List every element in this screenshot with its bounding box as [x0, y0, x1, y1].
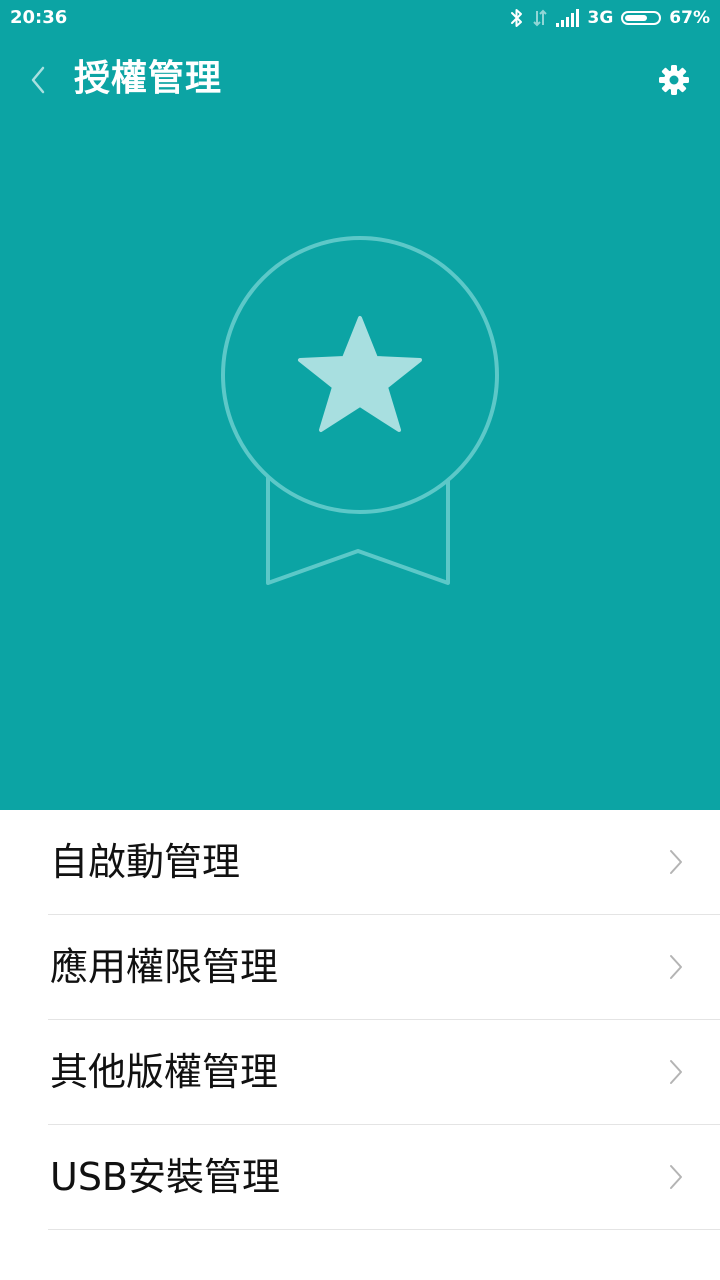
chevron-right-icon: [670, 955, 682, 979]
menu-item-usb-install[interactable]: USB安裝管理: [48, 1125, 720, 1230]
menu-item-app-permissions[interactable]: 應用權限管理: [48, 915, 720, 1020]
app-bar: 授權管理: [0, 40, 720, 120]
battery-percent: 67%: [669, 8, 710, 28]
back-chevron-icon: [31, 66, 45, 94]
status-time: 20:36: [10, 7, 68, 28]
page-title: 授權管理: [74, 58, 223, 99]
menu-item-other-permissions[interactable]: 其他版權管理: [48, 1020, 720, 1125]
battery-fill: [625, 15, 647, 21]
status-bar: 20:36 3G 67%: [0, 0, 720, 36]
data-arrows-icon: [532, 8, 548, 28]
back-button[interactable]: [18, 58, 58, 102]
menu-list: 自啟動管理 應用權限管理 其他版權管理 USB安裝管理: [0, 810, 720, 1230]
hero-panel: 20:36 3G 67% 授權管理: [0, 0, 720, 810]
menu-item-autostart[interactable]: 自啟動管理: [48, 810, 720, 915]
chevron-right-icon: [670, 1060, 682, 1084]
settings-button[interactable]: [652, 58, 696, 102]
chevron-right-icon: [670, 1165, 682, 1189]
bluetooth-icon: [510, 8, 524, 28]
signal-bars-icon: [555, 9, 580, 27]
network-type: 3G: [587, 8, 614, 28]
menu-item-label: USB安裝管理: [50, 1155, 281, 1199]
medal-star-icon: [221, 236, 499, 585]
menu-item-label: 應用權限管理: [50, 945, 279, 989]
menu-item-label: 自啟動管理: [50, 840, 241, 884]
screen: 20:36 3G 67% 授權管理 自啟動管理 應用權限管理 其他版權管理 US…: [0, 0, 720, 1280]
menu-item-label: 其他版權管理: [50, 1050, 279, 1094]
status-icons: 3G 67%: [510, 6, 710, 30]
chevron-right-icon: [670, 850, 682, 874]
gear-icon: [659, 65, 689, 95]
battery-icon: [621, 11, 662, 25]
